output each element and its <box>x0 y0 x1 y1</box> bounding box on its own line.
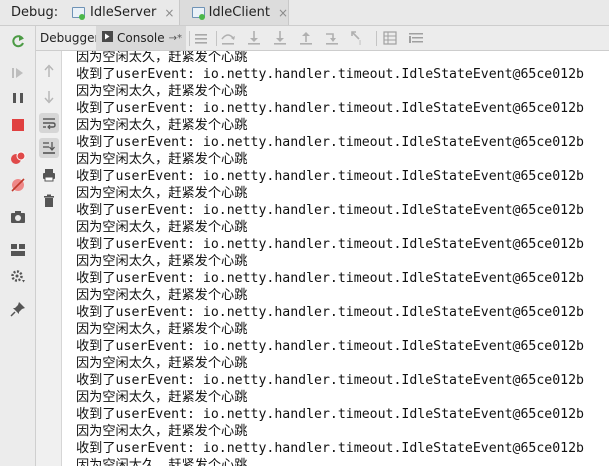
console-line: 收到了userEvent: io.netty.handler.timeout.I… <box>76 373 584 388</box>
console-line: 收到了userEvent: io.netty.handler.timeout.I… <box>76 305 584 320</box>
console-lines: 因为空闲太久，赶紧发个心跳收到了userEvent: io.netty.hand… <box>76 51 584 466</box>
console-line: 收到了userEvent: io.netty.handler.timeout.I… <box>76 237 584 252</box>
run-config-icon <box>72 6 85 20</box>
console-line: 收到了userEvent: io.netty.handler.timeout.I… <box>76 407 584 422</box>
frames-icon[interactable] <box>408 30 424 46</box>
down-arrow-icon[interactable] <box>39 87 59 107</box>
pause-icon[interactable] <box>10 90 26 106</box>
trash-icon[interactable] <box>39 191 59 211</box>
close-icon[interactable]: × <box>164 6 174 20</box>
svg-text:I: I <box>359 39 361 46</box>
soft-wrap-icon[interactable] <box>39 113 59 133</box>
console-line: 收到了userEvent: io.netty.handler.timeout.I… <box>76 67 584 82</box>
console-restore-icon: →* <box>168 32 183 44</box>
console-icon <box>102 31 113 45</box>
tab-idleclient[interactable]: IdleClient × <box>179 0 289 25</box>
toolbar-divider <box>216 31 217 46</box>
console-line: 因为空闲太久，赶紧发个心跳 <box>76 51 248 65</box>
print-icon[interactable] <box>39 165 59 185</box>
console-line: 因为空闲太久，赶紧发个心跳 <box>76 322 248 337</box>
run-to-cursor-icon[interactable] <box>324 30 340 46</box>
tab-console[interactable]: Console →* <box>96 26 186 50</box>
console-line: 因为空闲太久，赶紧发个心跳 <box>76 424 248 439</box>
tab-label: IdleClient <box>208 5 270 20</box>
run-config-icon <box>192 6 205 20</box>
debug-action-strip <box>0 26 36 466</box>
settings-icon[interactable] <box>10 268 26 284</box>
debug-label: Debug: <box>11 5 59 20</box>
evaluate-icon[interactable]: I <box>350 30 366 46</box>
stop-icon[interactable] <box>10 117 26 133</box>
console-line: 收到了userEvent: io.netty.handler.timeout.I… <box>76 271 584 286</box>
pin-icon[interactable] <box>10 301 26 317</box>
console-line: 因为空闲太久，赶紧发个心跳 <box>76 254 248 269</box>
debugger-label: Debugger <box>40 31 100 45</box>
console-line: 因为空闲太久，赶紧发个心跳 <box>76 152 248 167</box>
tab-debugger[interactable]: Debugger <box>40 26 99 50</box>
mute-breakpoints-icon[interactable] <box>10 177 26 193</box>
console-gutter <box>36 51 62 466</box>
restore-layout-icon[interactable] <box>193 30 209 46</box>
scroll-to-end-icon[interactable] <box>39 138 59 158</box>
console-line: 因为空闲太久，赶紧发个心跳 <box>76 220 248 235</box>
console-line: 因为空闲太久，赶紧发个心跳 <box>76 186 248 201</box>
console-line: 收到了userEvent: io.netty.handler.timeout.I… <box>76 203 584 218</box>
view-breakpoints-icon[interactable] <box>10 150 26 166</box>
console-line: 因为空闲太久，赶紧发个心跳 <box>76 288 248 303</box>
console-label: Console <box>117 31 165 45</box>
force-step-into-icon[interactable] <box>272 30 288 46</box>
console-line: 因为空闲太久，赶紧发个心跳 <box>76 458 248 466</box>
step-out-icon[interactable] <box>298 30 314 46</box>
console-line: 收到了userEvent: io.netty.handler.timeout.I… <box>76 441 584 456</box>
step-into-icon[interactable] <box>246 30 262 46</box>
toolbar-divider <box>189 31 190 46</box>
camera-icon[interactable] <box>10 209 26 225</box>
console-line: 收到了userEvent: io.netty.handler.timeout.I… <box>76 135 584 150</box>
resume-icon[interactable] <box>10 65 26 81</box>
debug-toolbar: Debugger Console →* I <box>36 26 609 51</box>
console-line: 因为空闲太久，赶紧发个心跳 <box>76 118 248 133</box>
close-icon[interactable]: × <box>278 6 288 20</box>
toolbar-divider <box>376 31 377 46</box>
tab-label: IdleServer <box>90 5 157 20</box>
console-line: 收到了userEvent: io.netty.handler.timeout.I… <box>76 101 584 116</box>
console-line: 因为空闲太久，赶紧发个心跳 <box>76 390 248 405</box>
step-over-icon[interactable] <box>220 30 236 46</box>
debug-tab-bar: Debug: IdleServer × IdleClient × <box>0 0 609 26</box>
tab-idleserver[interactable]: IdleServer × <box>72 0 178 25</box>
layout-icon[interactable] <box>10 242 26 258</box>
table-icon[interactable] <box>382 30 398 46</box>
console-line: 因为空闲太久，赶紧发个心跳 <box>76 84 248 99</box>
rerun-icon[interactable] <box>10 34 26 50</box>
console-line: 收到了userEvent: io.netty.handler.timeout.I… <box>76 169 584 184</box>
console-output[interactable]: 因为空闲太久，赶紧发个心跳收到了userEvent: io.netty.hand… <box>62 51 609 466</box>
console-line: 因为空闲太久，赶紧发个心跳 <box>76 356 248 371</box>
up-arrow-icon[interactable] <box>39 61 59 81</box>
console-line: 收到了userEvent: io.netty.handler.timeout.I… <box>76 339 584 354</box>
